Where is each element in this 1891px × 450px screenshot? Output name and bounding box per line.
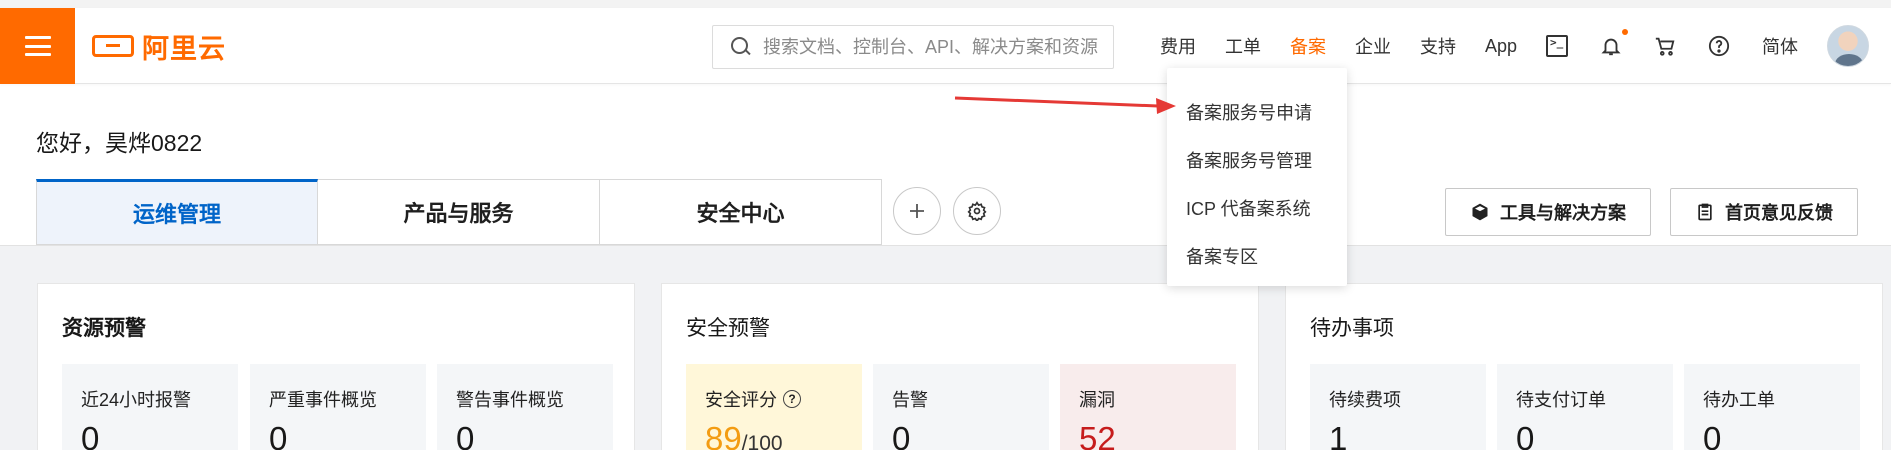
- user-avatar[interactable]: [1827, 25, 1870, 67]
- stat-tile[interactable]: 告警 0: [873, 364, 1049, 450]
- stat-value: 0: [269, 420, 288, 450]
- security-score-label: 安全评分: [705, 390, 777, 410]
- score-max: /100: [741, 432, 783, 450]
- score-number: 89: [705, 420, 742, 450]
- card-title: 资源预警: [62, 317, 146, 340]
- homepage-feedback-button[interactable]: 首页意见反馈: [1670, 188, 1858, 236]
- greeting-text: 您好，昊烨0822: [36, 130, 203, 156]
- homepage-feedback-label: 首页意见反馈: [1725, 203, 1833, 223]
- cart-icon[interactable]: [1654, 35, 1676, 57]
- stat-label: 待支付订单: [1516, 390, 1606, 410]
- top-navigation-bar: 阿里云 费用 工单 备案 企业 支持 App 简体: [0, 8, 1891, 84]
- add-tab-button[interactable]: [893, 187, 941, 235]
- clipboard-icon: [1698, 203, 1712, 221]
- stat-value: 0: [1703, 420, 1722, 450]
- cube-icon: [1472, 203, 1488, 221]
- nav-link-tickets[interactable]: 工单: [1225, 33, 1261, 59]
- nav-link-app[interactable]: App: [1485, 36, 1517, 57]
- stat-label: 安全评分 ?: [705, 386, 801, 412]
- tools-solutions-label: 工具与解决方案: [1500, 203, 1626, 223]
- stat-value: 0: [81, 420, 100, 450]
- security-score-value: 89/100: [705, 420, 783, 450]
- dropdown-item-service-apply[interactable]: 备案服务号申请: [1167, 88, 1347, 136]
- gear-icon: [967, 201, 987, 221]
- icp-filing-dropdown: 备案服务号申请 备案服务号管理 ICP 代备案系统 备案专区: [1167, 68, 1347, 286]
- stat-tile[interactable]: 严重事件概览 0: [250, 364, 426, 450]
- aliyun-logo[interactable]: 阿里云: [92, 8, 226, 84]
- card-title: 待办事项: [1310, 317, 1394, 340]
- logo-text: 阿里云: [142, 33, 226, 64]
- stat-value: 52: [1079, 420, 1116, 450]
- stat-value: 0: [1516, 420, 1535, 450]
- stat-label: 待办工单: [1703, 390, 1775, 410]
- nav-link-billing[interactable]: 费用: [1160, 33, 1196, 59]
- stat-value: 0: [456, 420, 475, 450]
- aliyun-logo-icon: [92, 35, 134, 57]
- menu-icon: [24, 36, 51, 56]
- nav-link-icp-filing[interactable]: 备案: [1290, 33, 1326, 59]
- security-score-tile[interactable]: 安全评分 ? 89/100: [686, 364, 862, 450]
- plus-icon: [910, 204, 924, 218]
- todo-card: 待办事项 待续费项 1 待支付订单 0 待办工单 0: [1285, 283, 1883, 450]
- card-title: 安全预警: [686, 317, 770, 340]
- stat-label: 告警: [892, 390, 928, 410]
- dropdown-item-icp-agent[interactable]: ICP 代备案系统: [1167, 184, 1347, 232]
- terminal-icon[interactable]: [1546, 35, 1569, 57]
- resource-alert-card: 资源预警 近24小时报警 0 严重事件概览 0 警告事件概览 0: [37, 283, 635, 450]
- stat-label: 严重事件概览: [269, 390, 377, 410]
- stat-value: 1: [1329, 420, 1348, 450]
- search-icon: [731, 37, 751, 57]
- main-tabs: 运维管理 产品与服务 安全中心: [36, 179, 882, 245]
- stat-tile[interactable]: 待续费项 1: [1310, 364, 1486, 450]
- stat-tile[interactable]: 近24小时报警 0: [62, 364, 238, 450]
- stat-tile[interactable]: 待办工单 0: [1684, 364, 1860, 450]
- security-alert-card: 安全预警 安全评分 ? 89/100 告警 0 漏洞 52: [661, 283, 1259, 450]
- stat-tile[interactable]: 警告事件概览 0: [437, 364, 613, 450]
- bell-icon[interactable]: [1600, 29, 1629, 57]
- hamburger-menu-button[interactable]: [0, 8, 75, 84]
- tools-solutions-button[interactable]: 工具与解决方案: [1445, 188, 1651, 236]
- search-box[interactable]: [712, 25, 1114, 69]
- top-strip: [0, 0, 1891, 8]
- search-input[interactable]: [763, 36, 1103, 58]
- stat-label: 待续费项: [1329, 390, 1401, 410]
- dropdown-item-service-manage[interactable]: 备案服务号管理: [1167, 136, 1347, 184]
- stat-label: 近24小时报警: [81, 390, 192, 410]
- nav-link-support[interactable]: 支持: [1420, 33, 1456, 59]
- tab-products-services[interactable]: 产品与服务: [318, 179, 600, 245]
- tab-ops-management[interactable]: 运维管理: [36, 179, 318, 245]
- tab-security-center[interactable]: 安全中心: [600, 179, 882, 245]
- stat-label: 漏洞: [1079, 390, 1115, 410]
- stat-value: 0: [892, 420, 911, 450]
- stat-label: 警告事件概览: [456, 390, 564, 410]
- dropdown-item-filing-zone[interactable]: 备案专区: [1167, 232, 1347, 280]
- language-switch[interactable]: 简体: [1762, 33, 1798, 59]
- stat-tile[interactable]: 漏洞 52: [1060, 364, 1236, 450]
- tab-settings-button[interactable]: [953, 187, 1001, 235]
- help-icon[interactable]: [1708, 35, 1730, 57]
- notification-dot: [1622, 29, 1629, 35]
- stat-tile[interactable]: 待支付订单 0: [1497, 364, 1673, 450]
- nav-link-enterprise[interactable]: 企业: [1355, 33, 1391, 59]
- question-icon[interactable]: ?: [783, 390, 801, 408]
